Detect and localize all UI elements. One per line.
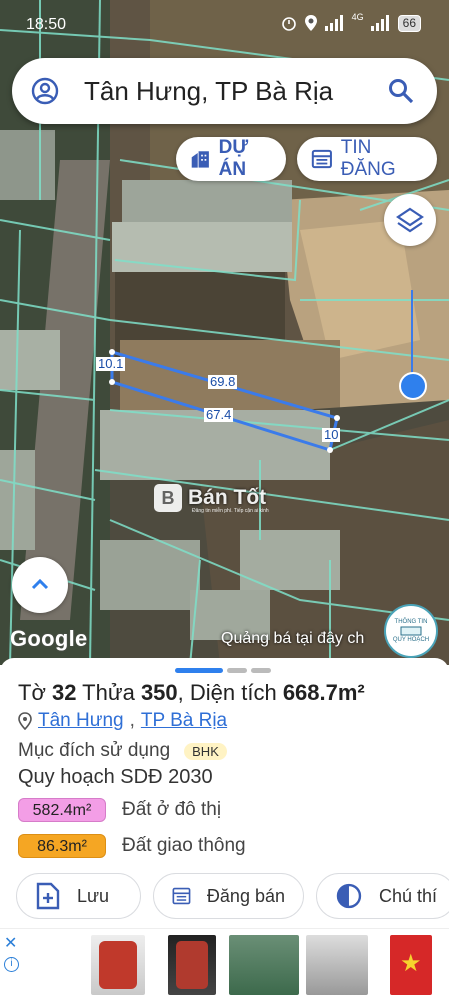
watermark-logo: B (154, 484, 182, 512)
sheet-handle-2[interactable] (227, 668, 247, 673)
parcel-title: Tờ 32 Thửa 350, Diện tích 668.7m² (18, 680, 365, 706)
parcel-info-sheet[interactable]: Tờ 32 Thửa 350, Diện tích 668.7m² Tân Hư… (0, 658, 449, 928)
signal-icon-2 (370, 15, 389, 31)
robot-image (176, 941, 208, 989)
tin-dang-button[interactable]: TIN ĐĂNG (297, 137, 437, 181)
add-file-icon (36, 882, 60, 910)
watermark-subtext: Đăng tin miễn phí. Tiếp cận ai kinh (192, 508, 269, 514)
purpose-code-badge: BHK (184, 742, 227, 760)
watermark-text: Bán Tốt (188, 486, 267, 509)
du-an-label: DỰ ÁN (218, 137, 249, 180)
plot-number: 350 (140, 680, 178, 705)
area-prefix: , Diện tích (177, 680, 283, 705)
city-link[interactable]: TP Bà Rịa (141, 710, 227, 732)
dimension-label-bottom: 67.4 (204, 407, 234, 422)
google-logo: Google (10, 626, 88, 651)
ad-banner[interactable]: ✕ i ★ (0, 928, 449, 1000)
legend-item-urban-residential: 582.4m² Đất ở đô thị (18, 798, 221, 822)
chevron-up-icon (31, 578, 49, 590)
dimension-label-left: 10.1 (96, 356, 126, 371)
plan-title: Quy hoạch SDĐ 2030 (18, 766, 213, 788)
listing-icon (172, 887, 191, 905)
legend-value-swatch: 582.4m² (18, 798, 106, 822)
location-separator: , (129, 710, 135, 731)
area-value: 668.7m² (282, 680, 365, 705)
location-pin[interactable] (399, 372, 427, 400)
tin-dang-label: TIN ĐĂNG (340, 137, 396, 180)
legend-label-button: Chú thí (378, 885, 437, 906)
battery-indicator: 66 (397, 14, 421, 32)
legend-label: Đất ở đô thị (122, 799, 222, 820)
save-button[interactable]: Lưu (16, 873, 141, 919)
search-icon[interactable] (387, 77, 415, 105)
contrast-icon (336, 883, 362, 909)
post-sale-button[interactable]: Đăng bán (153, 873, 304, 919)
ad-product-image-5[interactable]: ★ (390, 935, 432, 995)
network-type: 4G (351, 12, 364, 22)
status-icons: 4G 66 (281, 12, 421, 32)
save-label: Lưu (77, 885, 110, 906)
plot-prefix: Thửa (76, 680, 141, 705)
dimension-label-right: 10 (322, 427, 341, 442)
map-view[interactable]: 10.1 69.8 67.4 10 B Bán Tốt Đăng tin miễ… (0, 0, 449, 665)
status-time: 18:50 (26, 16, 67, 33)
ward-link[interactable]: Tân Hưng (38, 710, 124, 732)
parcel-location: Tân Hưng, TP Bà Rịa (18, 710, 227, 732)
account-icon[interactable] (30, 76, 60, 106)
map-icon (400, 626, 422, 636)
status-bar: 18:50 4G 66 (0, 0, 449, 50)
layers-icon (396, 207, 424, 233)
signal-icon (324, 15, 343, 31)
map-ad-label[interactable]: Quảng bá tại đây ch (221, 630, 364, 648)
sheet-prefix: Tờ (18, 680, 52, 705)
purpose-label: Mục đích sử dụng (18, 740, 171, 761)
post-sale-label: Đăng bán (206, 885, 285, 906)
ad-product-image-4[interactable] (306, 935, 368, 995)
star-icon: ★ (400, 950, 422, 977)
layers-button[interactable] (384, 194, 436, 246)
info-icon[interactable]: i (4, 957, 19, 972)
planning-info-badge[interactable]: THÔNG TIN QUY HOẠCH (384, 604, 438, 658)
expand-up-button[interactable] (12, 557, 68, 613)
legend-item-transport-land: 86.3m² Đất giao thông (18, 834, 246, 858)
ad-product-image-2[interactable] (168, 935, 216, 995)
legend-button[interactable]: Chú thí (316, 873, 449, 919)
ad-product-image-1[interactable] (91, 935, 145, 995)
building-icon (191, 151, 209, 168)
location-pin-icon (18, 712, 32, 730)
alarm-icon (281, 17, 296, 31)
action-buttons: Lưu Đăng bán Chú thí (16, 873, 449, 919)
listing-icon (311, 149, 332, 169)
legend-value-swatch: 86.3m² (18, 834, 106, 858)
ad-product-image-3[interactable] (229, 935, 299, 995)
sheet-handle-3[interactable] (251, 668, 271, 673)
legend-label: Đất giao thông (122, 835, 246, 856)
search-bar[interactable]: Tân Hưng, TP Bà Rịa (12, 58, 437, 124)
close-icon[interactable]: ✕ (4, 933, 17, 953)
dimension-label-top: 69.8 (208, 374, 238, 389)
sheet-number: 32 (51, 680, 77, 705)
badge-line1: THÔNG TIN (394, 619, 428, 625)
robot-image (99, 941, 137, 989)
search-query[interactable]: Tân Hưng, TP Bà Rịa (84, 76, 387, 107)
location-icon (304, 15, 317, 31)
watermark: B Bán Tốt Đăng tin miễn phí. Tiếp cận ai… (154, 484, 269, 514)
badge-line2: QUY HOẠCH (392, 637, 430, 643)
du-an-button[interactable]: DỰ ÁN (176, 137, 286, 181)
land-use-purpose: Mục đích sử dụng BHK (18, 740, 227, 762)
sheet-handle-active[interactable] (175, 668, 223, 673)
